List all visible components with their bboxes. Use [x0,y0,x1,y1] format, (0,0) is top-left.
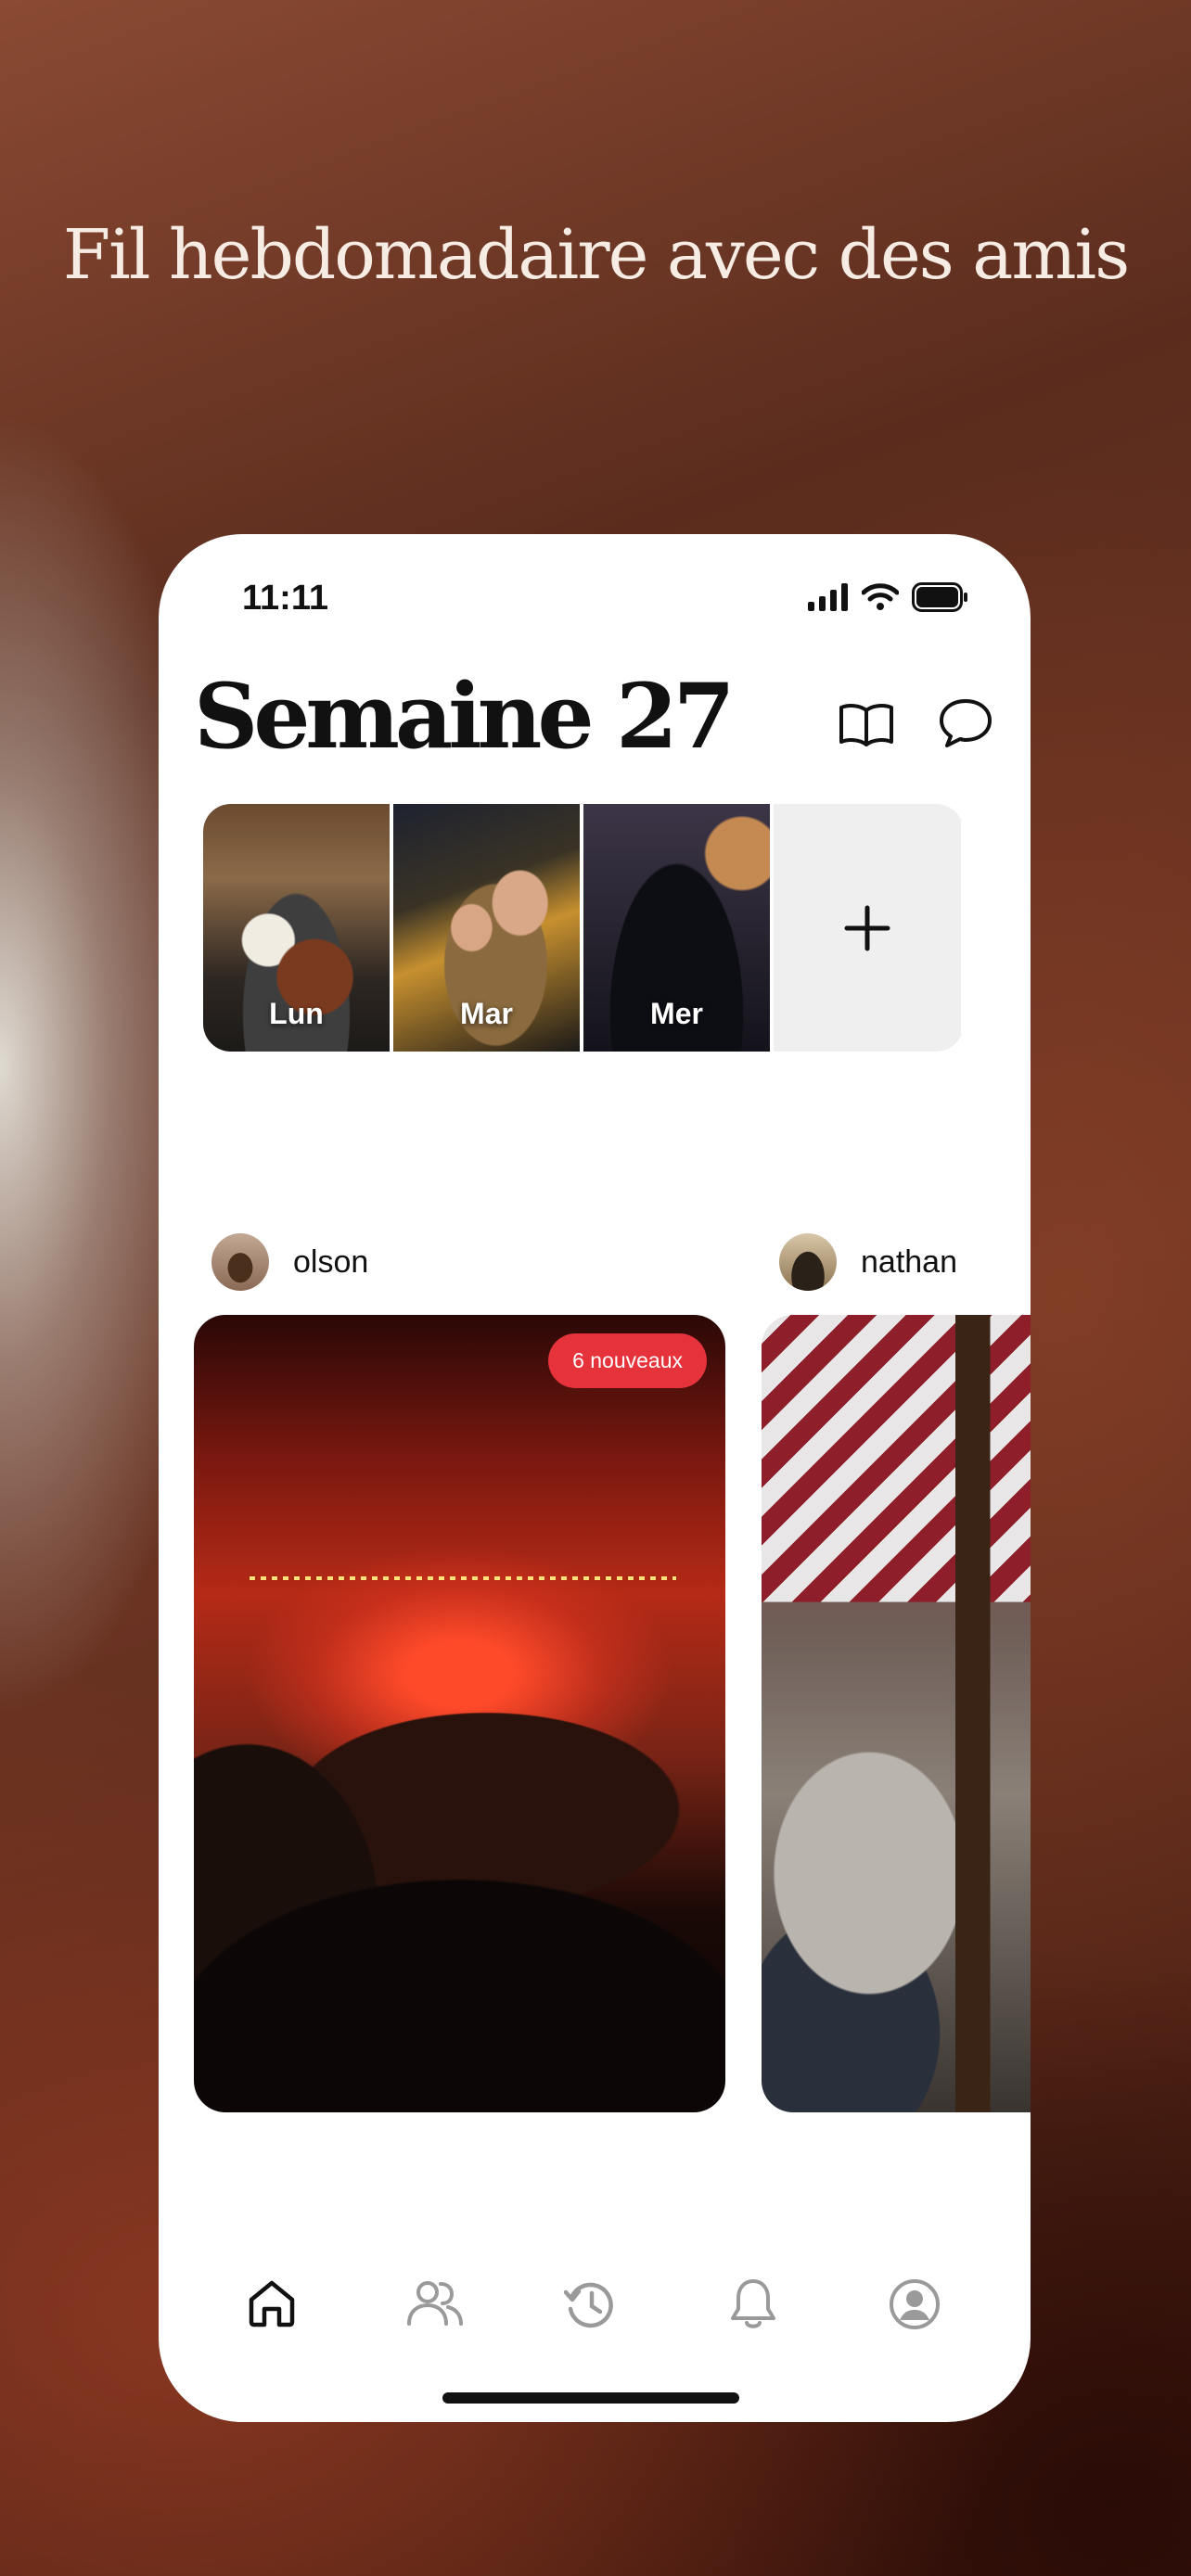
bell-icon[interactable] [728,2277,778,2331]
status-time: 11:11 [242,579,328,618]
post-photo-olson[interactable]: 6 nouveaux [194,1315,725,2112]
day-label: Mer [650,997,703,1030]
status-icons [808,582,969,612]
post-author-olson[interactable]: olson [211,1233,368,1291]
wifi-icon [862,583,899,610]
stage-lights [250,1576,676,1580]
week-days-strip: Lun Mar Mer [203,804,964,1052]
day-tile-mer[interactable]: Mer [583,804,770,1052]
tab-bar [159,2277,1031,2352]
home-indicator [442,2392,739,2404]
avatar [779,1233,837,1291]
day-label: Mar [460,997,513,1030]
day-tile-mar[interactable]: Mar [393,804,580,1052]
new-posts-badge: 6 nouveaux [548,1333,707,1388]
book-icon[interactable] [839,701,894,747]
phone-screen: 11:11 Semaine 27 Lun Mar Mer olson natha… [159,534,1031,2422]
home-icon[interactable] [246,2277,298,2329]
history-icon[interactable] [563,2277,619,2331]
post-photo-nathan[interactable] [762,1315,1031,2112]
headline: Fil hebdomadaire avec des amis [62,215,1130,295]
battery-icon [912,582,967,612]
profile-icon[interactable] [888,2277,941,2331]
day-label: Lun [269,997,324,1030]
username: olson [293,1243,369,1280]
add-photo-button[interactable] [774,804,961,1052]
signal-icon [808,583,848,611]
post-author-nathan[interactable]: nathan [779,1233,957,1291]
page-title: Semaine 27 [194,664,736,769]
friends-icon[interactable] [405,2277,465,2329]
plus-icon [844,905,890,950]
day-tile-lun[interactable]: Lun [203,804,390,1052]
username: nathan [861,1243,957,1280]
chat-bubble-icon[interactable] [938,697,993,749]
avatar [211,1233,269,1291]
